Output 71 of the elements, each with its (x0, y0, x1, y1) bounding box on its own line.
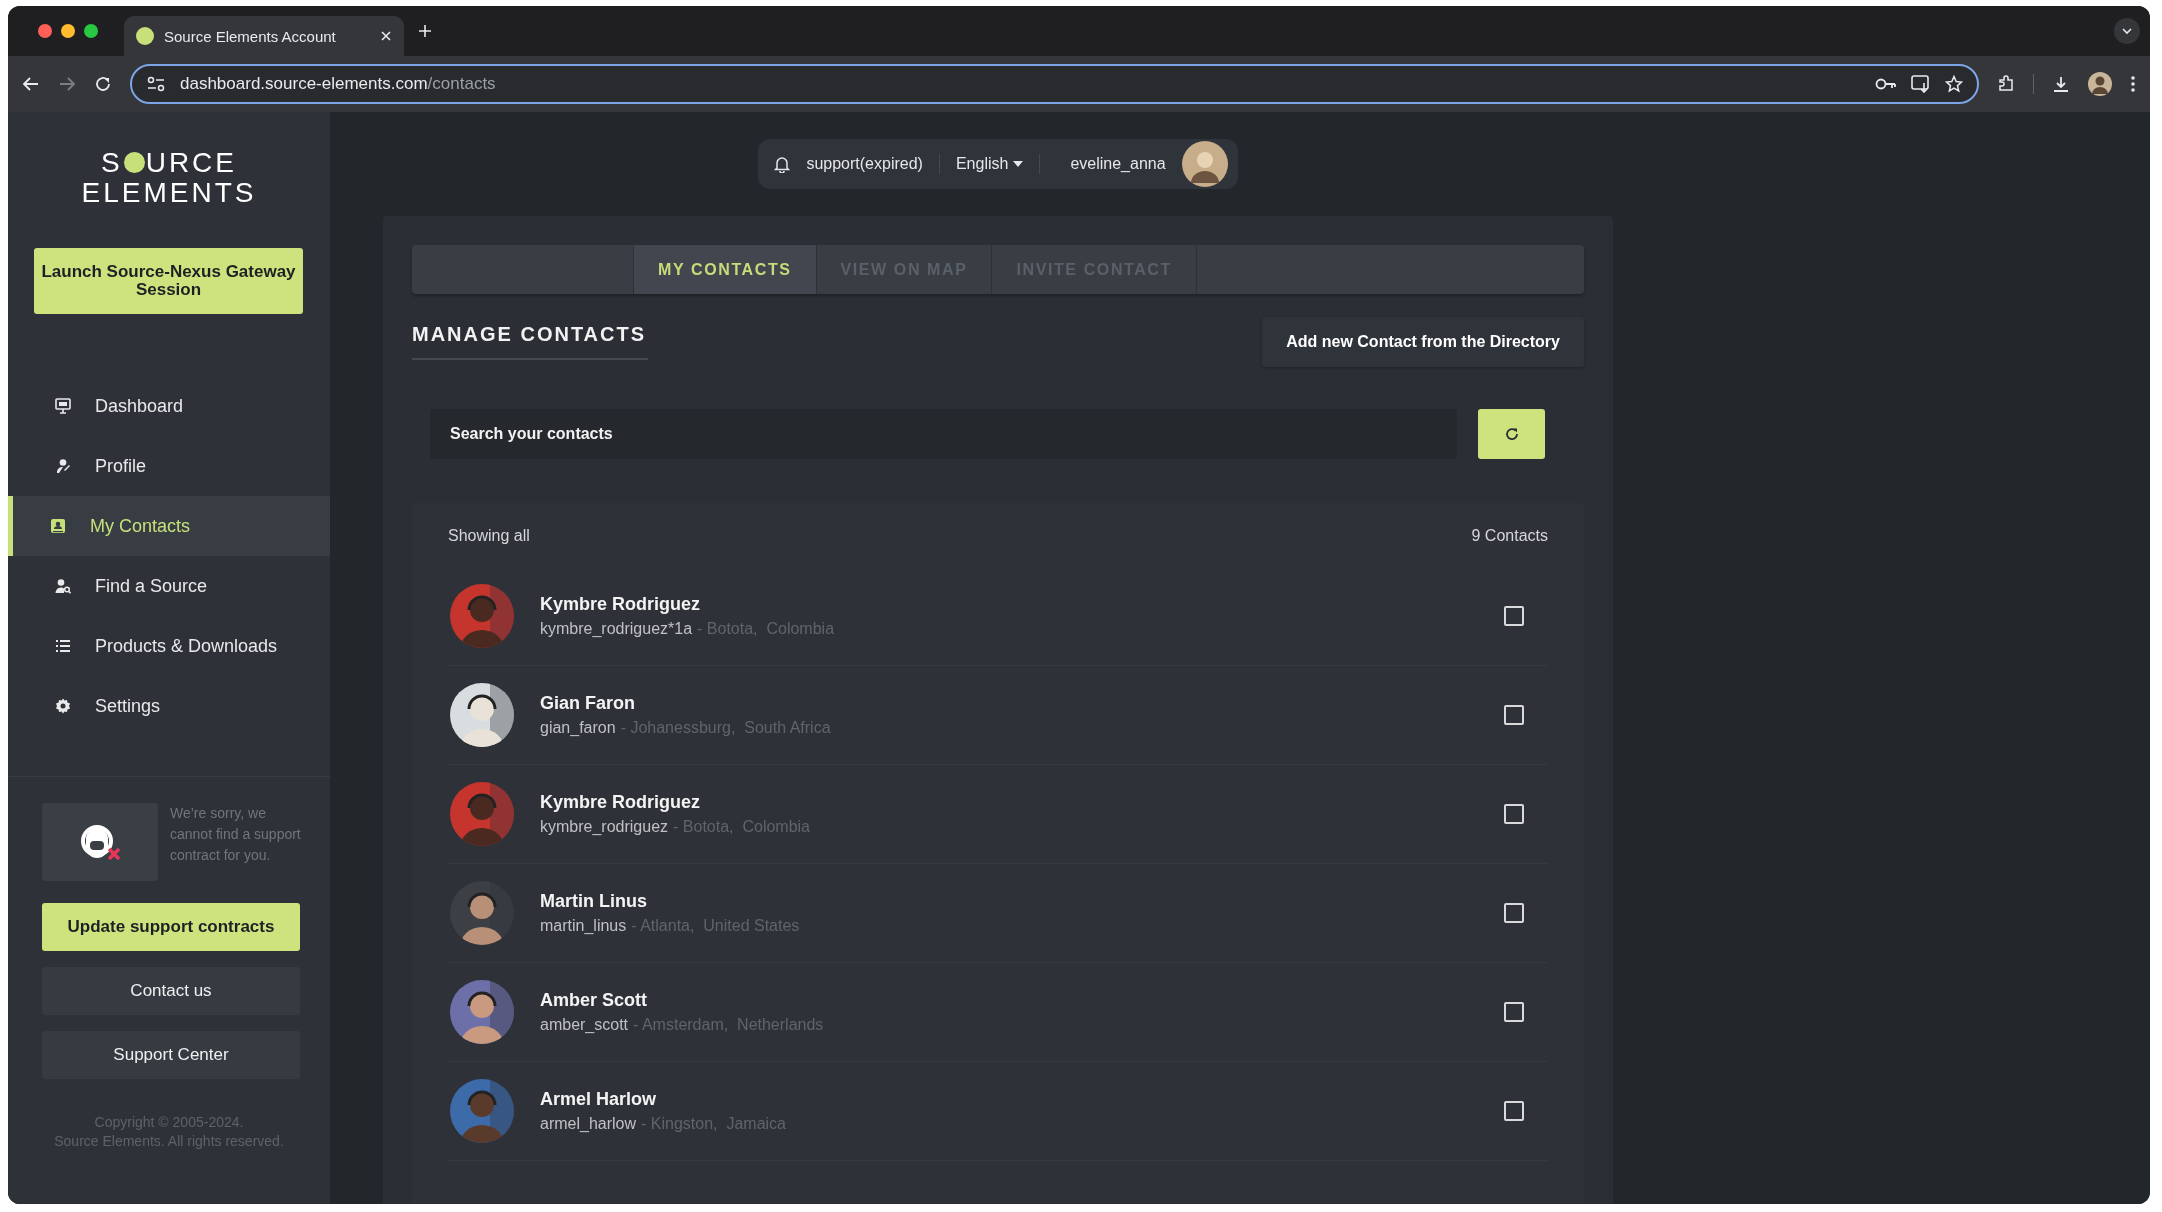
refresh-icon (1504, 427, 1519, 441)
address-bar[interactable]: dashboard.source-elements.com/contacts (130, 64, 1979, 104)
contact-username: gian_faron (540, 719, 616, 737)
user-avatar[interactable] (1181, 141, 1228, 187)
contact-name: Amber Scott (540, 990, 648, 1011)
minimize-window-button[interactable] (61, 24, 75, 38)
contact-name: Gian Faron (540, 693, 636, 714)
search-field[interactable]: Search your contacts (430, 409, 1457, 459)
back-icon[interactable] (22, 75, 40, 93)
section-heading: MANAGE CONTACTS (412, 317, 648, 360)
browser-tab[interactable]: Source Elements Account (124, 16, 404, 56)
contact-name: Kymbre Rodriguez (540, 594, 702, 615)
launch-session-button[interactable]: Launch Source-Nexus Gateway Session (34, 248, 303, 314)
tab[interactable]: MY CONTACTS (633, 245, 817, 294)
contact-username: armel_harlow (540, 1115, 637, 1133)
star-icon[interactable] (1945, 75, 1963, 93)
close-window-button[interactable] (38, 24, 52, 38)
support-status-link[interactable]: support(expired) (806, 155, 923, 173)
download-icon[interactable] (2052, 75, 2070, 93)
maximize-window-button[interactable] (84, 24, 98, 38)
url-text: dashboard.source-elements.com/contacts (180, 74, 497, 94)
support-message: We’re sorry, we cannot find a support contract for you. (170, 804, 302, 865)
contact-name: Kymbre Rodriguez (540, 792, 702, 813)
profile-avatar[interactable] (2088, 72, 2112, 96)
tab-list-button[interactable] (2114, 18, 2140, 44)
user-search-icon (55, 578, 71, 594)
settings-icon (55, 698, 71, 714)
support-button[interactable]: Support Center (42, 1031, 300, 1079)
filter-label: Showing all (448, 527, 530, 546)
nav-item[interactable]: Find a Source (8, 556, 330, 616)
language-dropdown[interactable]: English (955, 155, 1024, 173)
nav-item[interactable]: Profile (8, 436, 330, 496)
support-button[interactable]: Contact us (42, 967, 300, 1015)
caret-icon (1013, 161, 1024, 167)
checkbox[interactable] (1504, 804, 1524, 824)
contact-username: kymbre_rodriguez (540, 818, 669, 836)
key-icon[interactable] (1875, 77, 1897, 91)
user-edit-icon (55, 458, 71, 474)
contact-name: Martin Linus (540, 891, 648, 912)
nav-item[interactable]: Dashboard (8, 376, 330, 436)
checkbox[interactable] (1504, 705, 1524, 725)
contact-card-icon (50, 518, 66, 534)
bell-icon[interactable] (774, 155, 791, 173)
menu-icon[interactable] (2130, 75, 2136, 93)
checkbox[interactable] (1504, 1101, 1524, 1121)
close-icon[interactable] (380, 30, 392, 42)
contact-username: kymbre_rodriguez*1a (540, 620, 693, 638)
forward-icon[interactable] (58, 75, 76, 93)
install-app-icon[interactable] (1911, 75, 1931, 93)
plus-icon[interactable] (418, 24, 432, 38)
nav-item[interactable]: My Contacts (8, 496, 330, 556)
username-link[interactable]: eveline_anna (1070, 155, 1166, 173)
add-contact-button[interactable]: Add new Contact from the Directory (1262, 317, 1584, 367)
monitor-icon (55, 398, 71, 414)
contact-name: Armel Harlow (540, 1089, 658, 1110)
site-settings-icon[interactable] (146, 76, 166, 92)
extensions-icon[interactable] (1997, 75, 2015, 93)
checkbox[interactable] (1504, 606, 1524, 626)
nav-item[interactable]: Settings (8, 676, 330, 736)
update-contracts-button[interactable]: Update support contracts (42, 903, 300, 951)
favicon-icon (136, 27, 154, 45)
contact-count: 9 Contacts (1471, 527, 1548, 546)
logo: S URCE ELEMENTS (81, 148, 257, 208)
checkbox[interactable] (1504, 903, 1524, 923)
checkbox[interactable] (1504, 1002, 1524, 1022)
nav-item[interactable]: Products & Downloads (8, 616, 330, 676)
chevron-down-icon (2121, 27, 2133, 35)
contact-username: amber_scott (540, 1016, 629, 1034)
list-icon (55, 638, 71, 654)
reload-icon[interactable] (94, 75, 112, 93)
contact-username: martin_linus (540, 917, 627, 935)
